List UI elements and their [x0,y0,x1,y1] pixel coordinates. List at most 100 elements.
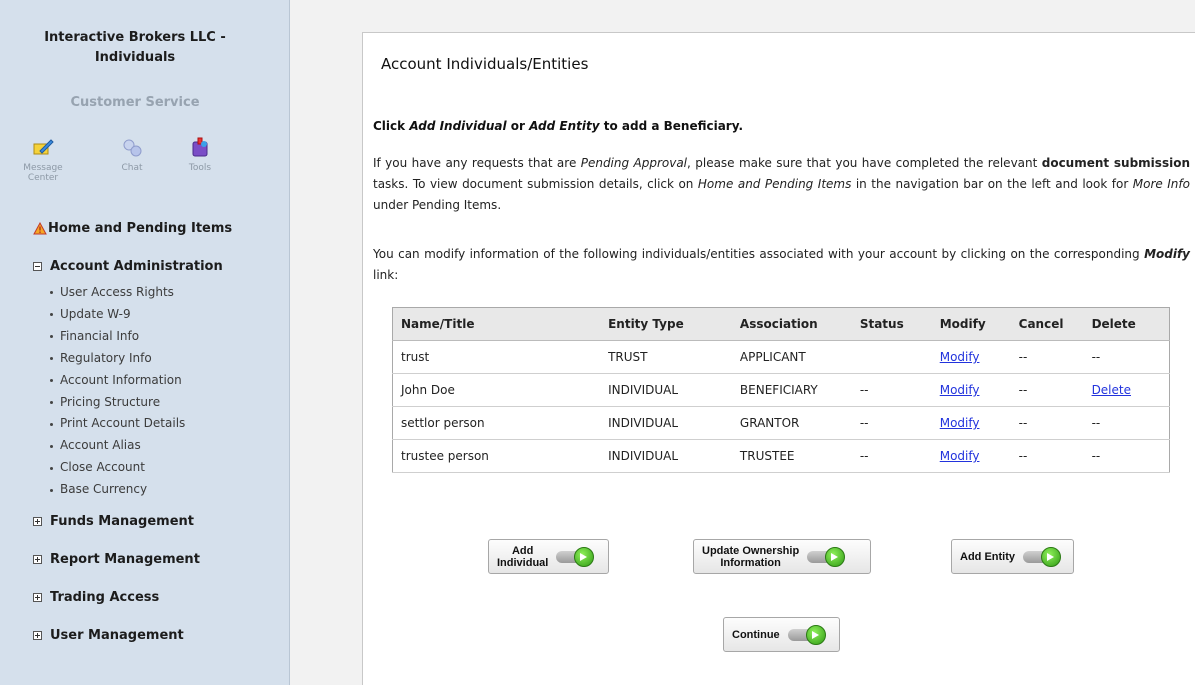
cell-cancel: -- [1010,373,1084,407]
sidebar-section-funds-management[interactable]: Funds Management [33,514,194,529]
cell-cancel: -- [1010,439,1084,473]
instruction-text: Click Add Individual or Add Entity to ad… [373,119,743,133]
message-center-tool[interactable]: Message Center [18,137,68,183]
continue-button[interactable]: Continue [723,617,840,652]
sidebar-item-home-pending[interactable]: Home and Pending Items [33,221,232,236]
sidebar-item-pricing-structure[interactable]: Pricing Structure [50,392,185,414]
modify-info-text: You can modify information of the follow… [373,247,1190,282]
add-individual-button[interactable]: Add Individual [488,539,609,574]
table-row: John Doe INDIVIDUAL BENEFICIARY -- Modif… [392,373,1170,407]
bullet-icon [50,335,53,339]
column-header: Name/Title [392,307,601,341]
cell-name: settlor person [392,406,601,440]
sidebar-item-user-access-rights[interactable]: User Access Rights [50,282,185,304]
column-header: Status [851,307,932,341]
sidebar-section-trading-access[interactable]: Trading Access [33,590,159,605]
bullet-icon [50,291,53,295]
cell-delete: -- [1083,439,1170,473]
cell-delete: Delete [1083,373,1170,407]
cell-association: APPLICANT [731,340,852,374]
cell-entity-type: TRUST [600,340,732,374]
cell-association: GRANTOR [731,406,852,440]
message-center-icon [33,139,54,155]
sidebar-item-account-information[interactable]: Account Information [50,370,185,392]
cell-entity-type: INDIVIDUAL [600,439,732,473]
sidebar-item-print-account-details[interactable]: Print Account Details [50,413,185,435]
page-title: Account Individuals/Entities [381,55,589,73]
expand-icon[interactable] [33,517,42,526]
sidebar-item-close-account[interactable]: Close Account [50,457,185,479]
warning-icon [33,222,47,235]
expand-icon[interactable] [33,631,42,640]
sidebar-item-account-alias[interactable]: Account Alias [50,435,185,457]
cell-cancel: -- [1010,406,1084,440]
modify-link[interactable]: Modify [940,449,980,463]
sidebar: Interactive Brokers LLC - Individuals Cu… [0,0,290,685]
sidebar-item-base-currency[interactable]: Base Currency [50,479,185,501]
main-panel: Account Individuals/Entities Click Add I… [362,32,1195,685]
bullet-icon [50,313,53,317]
cell-status [851,340,932,374]
table-row: settlor person INDIVIDUAL GRANTOR -- Mod… [392,406,1170,440]
expand-icon[interactable] [33,555,42,564]
go-arrow-icon [556,546,595,567]
table-header-row: Name/Title Entity Type Association Statu… [392,307,1170,341]
delete-link[interactable]: Delete [1092,383,1131,397]
tools-icon [192,137,208,157]
table-row: trustee person INDIVIDUAL TRUSTEE -- Mod… [392,439,1170,473]
column-header: Cancel [1010,307,1084,341]
bullet-icon [50,488,53,492]
modify-link[interactable]: Modify [940,350,980,364]
chat-icon [123,139,142,157]
cell-status: -- [851,406,932,440]
bullet-icon [50,357,53,361]
modify-link[interactable]: Modify [940,416,980,430]
sidebar-section-label: Account Administration [50,259,223,274]
column-header: Entity Type [600,307,732,341]
cell-name: John Doe [392,373,601,407]
bullet-icon [50,466,53,470]
cell-modify: Modify [931,373,1011,407]
go-arrow-icon [807,546,846,567]
cell-cancel: -- [1010,340,1084,374]
expand-icon[interactable] [33,593,42,602]
sidebar-section-account-administration[interactable]: Account Administration [33,259,223,274]
add-entity-button[interactable]: Add Entity [951,539,1074,574]
cell-association: BENEFICIARY [731,373,852,407]
cell-delete: -- [1083,406,1170,440]
bullet-icon [50,444,53,448]
sidebar-title-line1: Interactive Brokers LLC - [44,30,226,45]
column-header: Association [731,307,852,341]
sidebar-item-regulatory-info[interactable]: Regulatory Info [50,348,185,370]
sidebar-section-user-management[interactable]: User Management [33,628,184,643]
cell-modify: Modify [931,406,1011,440]
cell-name: trust [392,340,601,374]
sidebar-item-financial-info[interactable]: Financial Info [50,326,185,348]
cell-entity-type: INDIVIDUAL [600,406,732,440]
customer-service-heading: Customer Service [70,95,200,110]
update-ownership-button[interactable]: Update Ownership Information [693,539,871,574]
column-header: Modify [931,307,1011,341]
sidebar-item-update-w9[interactable]: Update W-9 [50,304,185,326]
cell-modify: Modify [931,340,1011,374]
modify-link[interactable]: Modify [940,383,980,397]
cell-name: trustee person [392,439,601,473]
cell-association: TRUSTEE [731,439,852,473]
sidebar-item-home-pending-label: Home and Pending Items [48,221,233,236]
bullet-icon [50,400,53,404]
table-row: trust TRUST APPLICANT Modify -- -- [392,340,1170,374]
cell-status: -- [851,439,932,473]
chat-tool[interactable]: Chat [112,137,152,173]
collapse-icon[interactable] [33,262,42,271]
account-admin-submenu: User Access Rights Update W-9 Financial … [50,282,185,501]
tools-tool[interactable]: Tools [180,137,220,173]
go-arrow-icon [1023,546,1061,567]
sidebar-section-report-management[interactable]: Report Management [33,552,200,567]
column-header: Delete [1083,307,1170,341]
customer-service-tools: Message Center Chat Tools [0,137,290,189]
sidebar-title: Interactive Brokers LLC - Individuals [0,28,270,68]
bullet-icon [50,379,53,383]
bullet-icon [50,422,53,426]
cell-modify: Modify [931,439,1011,473]
individuals-entities-table: Name/Title Entity Type Association Statu… [392,307,1170,473]
